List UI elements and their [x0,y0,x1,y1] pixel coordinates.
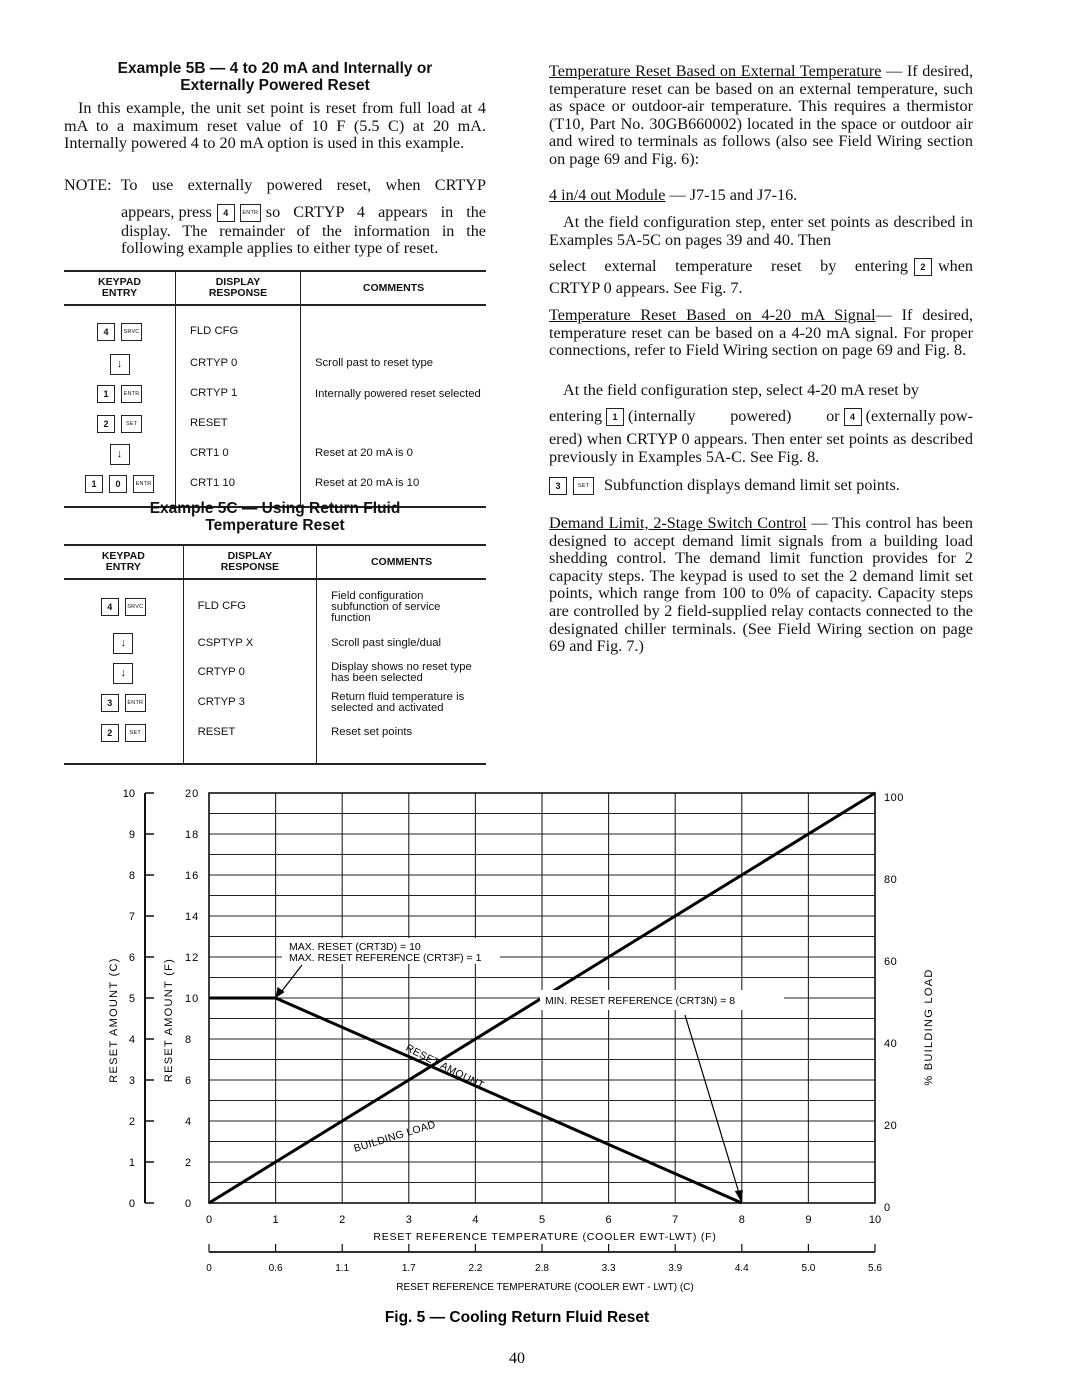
y-tick-label-right: 60 [884,956,897,968]
series-label-building-load: BUILDING LOAD [352,1119,437,1155]
y-tick-label-c: 2 [129,1116,135,1128]
x-tick-label-f: 3 [406,1214,412,1226]
y-tick-label-f: 20 [185,788,199,800]
y-tick-label-c: 1 [129,1157,135,1169]
y-tick-label-f: 8 [185,1034,192,1046]
y-tick-label-c: 10 [123,788,135,800]
x-tick-label-f: 5 [539,1214,545,1226]
x-tick-label-c: 3.3 [602,1263,616,1274]
figure-caption: Fig. 5 — Cooling Return Fluid Reset [385,1309,649,1326]
y-tick-label-f: 2 [185,1157,192,1169]
x-axis-title-c: RESET REFERENCE TEMPERATURE (COOLER EWT … [396,1282,693,1293]
x-tick-label-c: 1.1 [335,1263,349,1274]
y-tick-label-f: 14 [185,911,199,923]
x-tick-label-f: 6 [606,1214,612,1226]
y-tick-label-c: 9 [129,829,135,841]
annotation-min-reset-reference: MIN. RESET REFERENCE (CRT3N) = 8 [545,995,735,1007]
x-tick-label-c: 1.7 [402,1263,416,1274]
annotation-max-reset-reference: MAX. RESET REFERENCE (CRT3F) = 1 [289,952,482,964]
y-tick-label-c: 0 [129,1198,135,1210]
y-tick-label-right: 0 [884,1202,891,1214]
y-axis-title-right: % BUILDING LOAD [923,968,935,1085]
x-tick-label-f: 10 [869,1214,881,1226]
chart-labels: 0123456789100246810121416182002040608010… [123,788,904,1274]
y-axis-title-c: RESET AMOUNT (C) [108,957,120,1083]
y-tick-label-f: 0 [185,1198,192,1210]
y-tick-label-right: 100 [884,792,904,804]
x-tick-label-c: 2.2 [468,1263,482,1274]
annotation-arrow-max-reset [279,964,303,995]
x-tick-label-c: 5.0 [801,1263,815,1274]
cooling-return-fluid-reset-chart: 0123456789100246810121416182002040608010… [108,788,935,1367]
y-tick-label-right: 20 [884,1120,897,1132]
x-tick-label-f: 8 [739,1214,745,1226]
x-tick-label-c: 2.8 [535,1263,549,1274]
page-number: 40 [509,1350,525,1367]
y-tick-label-f: 16 [185,870,199,882]
y-tick-label-f: 6 [185,1075,192,1087]
x-tick-label-f: 9 [805,1214,811,1226]
y-tick-label-f: 10 [185,993,199,1005]
y-tick-label-c: 5 [129,993,135,1005]
x-tick-label-f: 2 [339,1214,345,1226]
y-tick-label-c: 7 [129,911,135,923]
y-tick-label-c: 3 [129,1075,135,1087]
x-tick-label-f: 4 [472,1214,478,1226]
x-tick-label-c: 0.6 [269,1263,283,1274]
y-tick-label-f: 4 [185,1116,192,1128]
annotation-arrow-min-reset [684,1014,742,1200]
y-tick-label-f: 18 [185,829,199,841]
y-tick-label-c: 6 [129,952,135,964]
y-axis-title-f: RESET AMOUNT (F) [163,958,175,1082]
x-tick-label-f: 1 [273,1214,279,1226]
x-tick-label-f: 7 [672,1214,678,1226]
x-tick-label-c: 4.4 [735,1263,749,1274]
y-tick-label-right: 40 [884,1038,897,1050]
x-tick-label-c: 0 [206,1263,212,1274]
y-tick-label-f: 12 [185,952,199,964]
x-tick-label-c: 3.9 [668,1263,682,1274]
x-tick-label-f: 0 [206,1214,212,1226]
y-tick-label-c: 4 [129,1034,135,1046]
series-label-reset-amount: RESET AMOUNT [404,1042,487,1092]
y-tick-label-right: 80 [884,874,897,886]
x-axis-title-f: RESET REFERENCE TEMPERATURE (COOLER EWT-… [373,1231,716,1243]
x-tick-label-c: 5.6 [868,1263,882,1274]
y-tick-label-c: 8 [129,870,135,882]
